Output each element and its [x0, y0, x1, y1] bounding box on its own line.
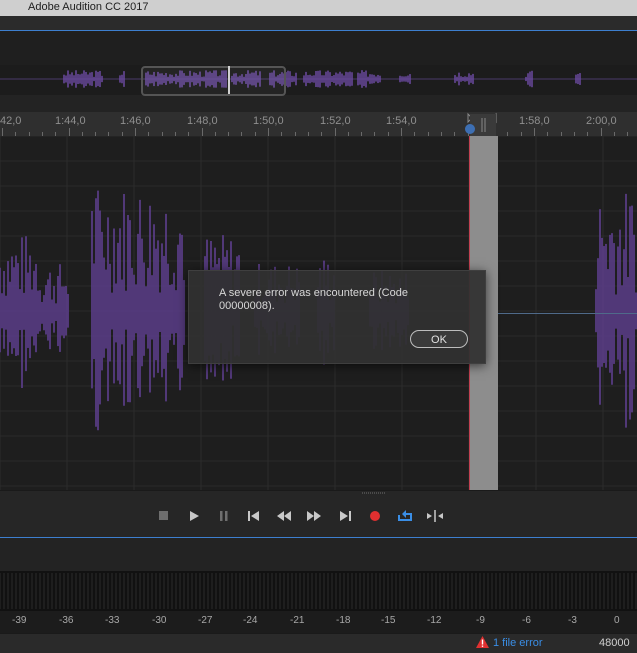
stop-icon	[159, 511, 168, 520]
skip-selection-button[interactable]	[424, 505, 446, 527]
skip-selection-icon	[427, 510, 443, 522]
level-label: -21	[290, 615, 305, 626]
level-meter-scale: -39 -36 -33 -30 -27 -24 -21 -18 -15 -12 …	[0, 611, 637, 633]
status-bar: 1 file error 48000	[0, 633, 637, 653]
app-title: Adobe Audition CC 2017	[28, 1, 149, 13]
skip-back-icon	[248, 511, 259, 521]
go-to-start-button[interactable]	[243, 505, 265, 527]
fast-forward-button[interactable]	[303, 505, 325, 527]
ruler-label: 2:00,0	[586, 115, 617, 127]
level-label: 0	[614, 615, 620, 626]
level-label: -24	[243, 615, 258, 626]
editor-header	[0, 31, 637, 65]
ok-button[interactable]: OK	[410, 330, 468, 348]
ruler-label: 1:58,0	[519, 115, 550, 127]
file-error-link[interactable]: 1 file error	[493, 637, 543, 649]
rewind-button[interactable]	[273, 505, 295, 527]
title-bar: Adobe Audition CC 2017	[0, 0, 637, 16]
level-label: -15	[381, 615, 396, 626]
stop-button[interactable]	[153, 505, 175, 527]
fast-forward-icon	[307, 511, 321, 521]
level-label: -18	[336, 615, 351, 626]
play-button[interactable]	[183, 505, 205, 527]
level-label: -6	[522, 615, 531, 626]
overview-waveform[interactable]	[0, 65, 637, 95]
ruler-label: 1:48,0	[187, 115, 218, 127]
level-meter-graphic	[0, 573, 637, 609]
play-icon	[190, 511, 199, 521]
skip-forward-icon	[340, 511, 351, 521]
ruler-label: 1:50,0	[253, 115, 284, 127]
levels-panel-header	[0, 538, 637, 571]
sample-rate: 48000	[599, 637, 630, 649]
ruler-label: 1:44,0	[55, 115, 86, 127]
record-icon	[370, 511, 380, 521]
pause-icon	[220, 511, 228, 521]
time-ruler[interactable]: 42,0 1:44,0 1:46,0 1:48,0 1:50,0 1:52,0 …	[0, 112, 637, 137]
level-meter[interactable]	[0, 571, 637, 611]
level-label: -27	[198, 615, 213, 626]
top-panel	[0, 16, 637, 30]
level-label: -12	[427, 615, 442, 626]
level-label: -36	[59, 615, 74, 626]
level-label: -30	[152, 615, 167, 626]
resize-grip-icon[interactable]	[362, 491, 386, 495]
zero-line	[498, 313, 637, 314]
ruler-label: 1:54,0	[386, 115, 417, 127]
record-button[interactable]	[364, 505, 386, 527]
level-label: -33	[105, 615, 120, 626]
level-label: -3	[568, 615, 577, 626]
ruler-label: 42,0	[0, 115, 22, 127]
loop-icon	[398, 510, 412, 521]
overview-waveform-graphic	[0, 70, 637, 88]
rewind-icon	[277, 511, 291, 521]
level-label: -9	[476, 615, 485, 626]
ruler-label: 1:52,0	[320, 115, 351, 127]
level-label: -39	[12, 615, 27, 626]
playhead-handle-icon[interactable]	[464, 112, 500, 136]
error-dialog: A severe error was encountered (Code 000…	[188, 270, 486, 364]
warning-icon	[476, 636, 489, 648]
error-message: A severe error was encountered (Code 000…	[219, 287, 408, 312]
overview-zoom-window[interactable]	[141, 66, 286, 96]
loop-button[interactable]	[394, 505, 416, 527]
pause-button[interactable]	[213, 505, 235, 527]
ruler-label: 1:46,0	[120, 115, 151, 127]
overview-playhead[interactable]	[228, 66, 230, 94]
go-to-end-button[interactable]	[334, 505, 356, 527]
